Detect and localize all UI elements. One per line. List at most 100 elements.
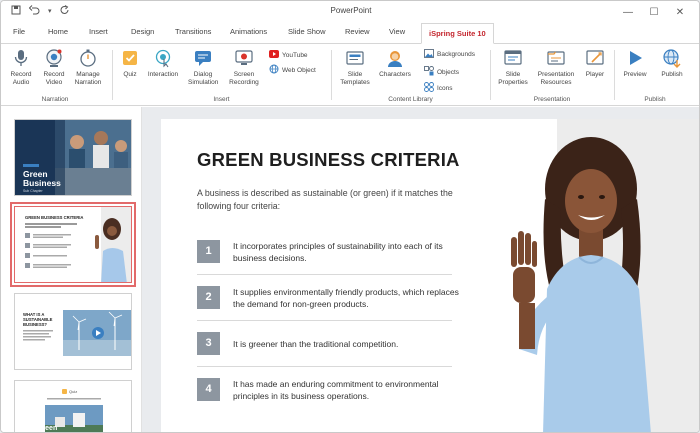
ribbon-tabs: File Home Insert Design Transitions Anim… xyxy=(1,23,699,44)
group-label-content-library: Content Library xyxy=(388,96,433,103)
record-audio-button[interactable]: Record Audio xyxy=(5,48,37,87)
criterion-text: It is greener than the traditional compe… xyxy=(233,339,399,349)
slide-title[interactable]: GREEN BUSINESS CRITERIA xyxy=(197,149,460,171)
group-label-narration: Narration xyxy=(41,96,69,103)
record-video-label: Record Video xyxy=(43,71,65,86)
player-icon xyxy=(585,48,605,68)
criterion-text: It supplies environmentally friendly pro… xyxy=(233,287,459,309)
tab-file[interactable]: File xyxy=(13,27,25,36)
image-icon xyxy=(424,49,434,60)
publish-button[interactable]: Publish xyxy=(655,48,689,79)
tab-slide-show[interactable]: Slide Show xyxy=(288,27,326,36)
thumb-2-content xyxy=(25,207,131,282)
criterion-2[interactable]: 2 It supplies environmentally friendly p… xyxy=(197,281,459,321)
publish-label: Publish xyxy=(661,71,683,78)
characters-label: Characters xyxy=(379,71,411,78)
icons-button[interactable]: Icons xyxy=(424,82,453,94)
maximize-button[interactable]: ☐ xyxy=(641,3,667,21)
presentation-resources-button[interactable]: Presentation Resources xyxy=(533,48,579,87)
slide-properties-button[interactable]: Slide Properties xyxy=(495,48,531,87)
objects-icon xyxy=(424,66,434,78)
ribbon: Record Audio Record Video Manage Narrati… xyxy=(1,44,699,106)
powerpoint-window: ▾ PowerPoint — ☐ ✕ File Home Insert Desi… xyxy=(0,0,700,433)
youtube-label: YouTube xyxy=(282,51,308,59)
player-label: Player xyxy=(585,71,605,78)
dialog-icon xyxy=(193,48,213,68)
close-button[interactable]: ✕ xyxy=(667,3,693,21)
criterion-number: 2 xyxy=(197,286,220,309)
objects-button[interactable]: Objects xyxy=(424,66,459,78)
resources-icon xyxy=(546,48,566,68)
criterion-3[interactable]: 3 It is greener than the traditional com… xyxy=(197,327,452,367)
criterion-number: 1 xyxy=(197,240,220,263)
slide-templates-button[interactable]: Slide Templates xyxy=(337,48,373,87)
template-icon xyxy=(345,48,365,68)
interaction-label: Interaction xyxy=(147,71,179,78)
tab-review[interactable]: Review xyxy=(345,27,370,36)
wind-turbine-photo xyxy=(23,310,131,356)
group-separator xyxy=(112,50,113,100)
thumb-1-title: Green Business xyxy=(23,169,61,188)
tab-design[interactable]: Design xyxy=(131,27,154,36)
screen-recording-label: Screen Recording xyxy=(229,71,259,86)
group-separator xyxy=(331,50,332,100)
manage-narration-label: Manage Narration xyxy=(74,71,102,86)
tab-animations[interactable]: Animations xyxy=(230,27,267,36)
slide-templates-label: Slide Templates xyxy=(340,71,370,86)
thumb-4-title: Green xyxy=(37,425,58,432)
group-label-publish: Publish xyxy=(644,96,666,103)
stopwatch-icon xyxy=(78,48,98,68)
group-separator xyxy=(614,50,615,100)
quiz-button[interactable]: Quiz xyxy=(118,48,142,79)
quiz-label: Quiz xyxy=(123,71,137,78)
woman-character-image[interactable] xyxy=(461,119,661,433)
play-icon xyxy=(625,48,645,68)
group-separator xyxy=(490,50,491,100)
slide-thumbnail-1[interactable]: Green Business Sub Chapter xyxy=(14,119,132,196)
dialog-simulation-button[interactable]: Dialog Simulation xyxy=(184,48,222,87)
tab-insert[interactable]: Insert xyxy=(89,27,108,36)
tab-ispring-suite[interactable]: iSpring Suite 10 xyxy=(421,23,494,44)
player-button[interactable]: Player xyxy=(581,48,609,79)
tab-home[interactable]: Home xyxy=(48,27,68,36)
criterion-4[interactable]: 4 It has made an enduring commitment to … xyxy=(197,373,452,413)
criterion-text: It incorporates principles of sustainabi… xyxy=(233,241,443,263)
quiz-icon xyxy=(120,48,140,68)
web-object-button[interactable]: Web Object xyxy=(269,64,316,76)
screen-recording-button[interactable]: Screen Recording xyxy=(225,48,263,87)
criterion-1[interactable]: 1 It incorporates principles of sustaina… xyxy=(197,235,452,275)
current-slide[interactable]: GREEN BUSINESS CRITERIA A business is de… xyxy=(161,119,699,433)
manage-narration-button[interactable]: Manage Narration xyxy=(71,48,105,87)
dialog-simulation-label: Dialog Simulation xyxy=(188,71,219,86)
criterion-number: 3 xyxy=(197,332,220,355)
preview-button[interactable]: Preview xyxy=(619,48,651,79)
icons-library-icon xyxy=(424,82,434,94)
characters-button[interactable]: Characters xyxy=(376,48,414,79)
slide-thumbnail-2[interactable]: GREEN BUSINESS CRITERIA xyxy=(10,202,136,287)
slide-thumbnail-pane[interactable]: Green Business Sub Chapter GREEN BUSINES… xyxy=(1,107,142,432)
record-video-button[interactable]: Record Video xyxy=(39,48,69,87)
group-label-presentation: Presentation xyxy=(533,96,571,103)
tab-transitions[interactable]: Transitions xyxy=(175,27,211,36)
record-audio-label: Record Audio xyxy=(10,71,32,86)
slide-thumbnail-3[interactable]: WHAT IS A SUSTAINABLE BUSINESS? xyxy=(14,293,132,370)
webcam-icon xyxy=(44,48,64,68)
icons-label: Icons xyxy=(437,84,453,92)
youtube-button[interactable]: YouTube xyxy=(269,50,308,60)
criterion-number: 4 xyxy=(197,378,220,401)
youtube-icon xyxy=(269,50,279,60)
tab-view[interactable]: View xyxy=(389,27,405,36)
window-title: PowerPoint xyxy=(330,6,372,15)
backgrounds-button[interactable]: Backgrounds xyxy=(424,49,475,60)
microphone-icon xyxy=(11,48,31,68)
title-bar: ▾ PowerPoint — ☐ ✕ xyxy=(1,1,699,23)
presentation-resources-label: Presentation Resources xyxy=(537,71,575,86)
globe-icon xyxy=(269,64,279,76)
slide-thumbnail-4[interactable]: Quiz Green xyxy=(14,380,132,432)
screen-record-icon xyxy=(234,48,254,68)
slide-properties-label: Slide Properties xyxy=(498,71,528,86)
window-controls: — ☐ ✕ xyxy=(615,3,693,21)
slide-intro-text[interactable]: A business is described as sustainable (… xyxy=(197,187,472,213)
minimize-button[interactable]: — xyxy=(615,3,641,21)
interaction-button[interactable]: Interaction xyxy=(144,48,182,79)
